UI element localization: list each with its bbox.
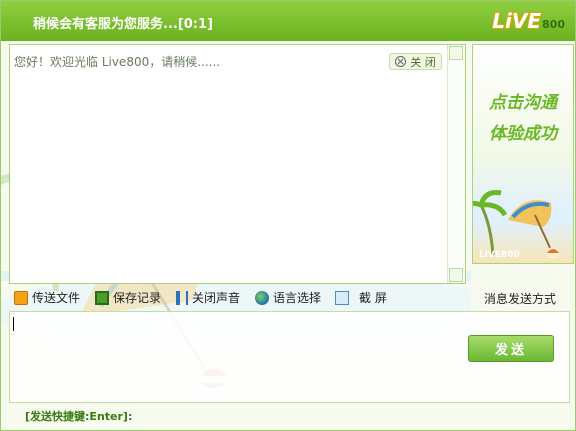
save-record-label: 保存记录: [113, 291, 162, 305]
chat-history-panel: 您好！欢迎光临 Live800，请稍候...... 关 闭: [9, 44, 466, 284]
logo-text: LiVE: [492, 9, 542, 33]
mute-sound-button[interactable]: 关闭声音: [176, 289, 240, 306]
screenshot-icon: [335, 290, 349, 305]
live800-logo: LiVE800: [492, 9, 565, 33]
chat-scrollbar[interactable]: [447, 45, 465, 283]
send-button[interactable]: 发送: [468, 335, 554, 362]
save-record-button[interactable]: 保存记录: [95, 289, 161, 306]
send-file-label: 传送文件: [32, 291, 81, 305]
send-file-button[interactable]: 传送文件: [14, 289, 80, 306]
send-file-icon: [14, 290, 28, 305]
scroll-down-button[interactable]: [449, 268, 463, 282]
close-icon: [395, 56, 407, 67]
sound-icon: [176, 290, 188, 305]
mute-sound-label: 关闭声音: [192, 291, 241, 305]
send-shortcut-hint: [发送快捷键:Enter]:: [25, 410, 133, 423]
language-select-label: 语言选择: [273, 291, 322, 305]
close-button[interactable]: 关 闭: [389, 53, 442, 70]
promo-brand: LiVE800: [479, 250, 520, 260]
beach-umbrella-illustration: [473, 190, 559, 259]
text-caret: [13, 317, 14, 331]
send-mode-link[interactable]: 消息发送方式: [484, 290, 556, 307]
window-title: 稍候会有客服为您服务...[0:1]: [33, 17, 213, 32]
promo-line-1: 点击沟通: [489, 93, 557, 113]
close-button-label: 关 闭: [410, 55, 436, 69]
chat-toolbar: 传送文件 保存记录 关闭声音 语言选择 截 屏 消息发送方式: [9, 286, 568, 308]
language-select-button[interactable]: 语言选择: [255, 289, 321, 306]
scroll-up-button[interactable]: [449, 46, 463, 60]
screenshot-button[interactable]: 截 屏: [335, 289, 387, 306]
title-bar: 稍候会有客服为您服务...[0:1] LiVE800: [1, 1, 575, 41]
promo-line-2: 体验成功: [489, 124, 557, 144]
logo-number: 800: [542, 18, 565, 31]
save-icon: [95, 290, 109, 305]
welcome-message: 您好！欢迎光临 Live800，请稍候......: [14, 55, 221, 69]
chat-window: 稍候会有客服为您服务...[0:1] LiVE800 您好！欢迎光临 Live8…: [0, 0, 576, 431]
screenshot-label: 截 屏: [359, 291, 387, 305]
globe-icon: [255, 290, 269, 305]
promo-banner[interactable]: 点击沟通 体验成功 LiVE800: [472, 44, 574, 264]
